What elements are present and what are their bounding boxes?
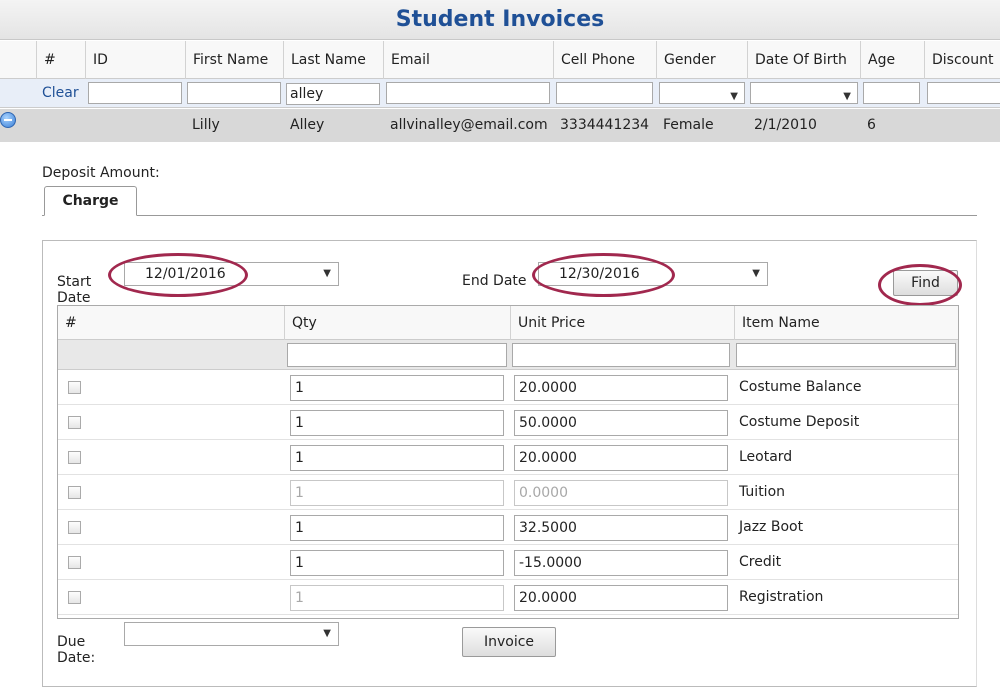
due-date-label: Due Date: xyxy=(57,634,95,666)
unit-price-input: 0.0000 xyxy=(514,480,728,506)
column-header-number[interactable]: # xyxy=(58,306,284,340)
deposit-amount-label: Deposit Amount: xyxy=(42,165,160,181)
start-date-highlight xyxy=(108,253,248,297)
unit-price-filter-input[interactable] xyxy=(512,343,730,367)
unit-price-input[interactable]: 50.0000 xyxy=(514,410,728,436)
table-row[interactable]: 1 -15.0000 Credit xyxy=(58,545,958,580)
unit-price-input[interactable]: 20.0000 xyxy=(514,585,728,611)
find-highlight xyxy=(878,264,962,306)
row-checkbox[interactable] xyxy=(68,416,81,429)
table-row[interactable]: 1 0.0000 Tuition xyxy=(58,475,958,510)
column-header-first-name[interactable]: First Name xyxy=(185,41,283,79)
table-row[interactable]: Lilly Alley allvinalley@email.com 333444… xyxy=(0,109,1000,142)
qty-input: 1 xyxy=(290,480,504,506)
items-grid-header: # Qty Unit Price Item Name xyxy=(58,306,958,340)
item-name: Jazz Boot xyxy=(739,519,804,535)
first-name-cell: Lilly xyxy=(192,117,220,133)
item-name-filter-input[interactable] xyxy=(736,343,956,367)
column-header-cell-phone[interactable]: Cell Phone xyxy=(553,41,656,79)
collapse-row-icon[interactable] xyxy=(0,112,16,128)
column-header-qty[interactable]: Qty xyxy=(284,306,510,340)
expand-column-header xyxy=(0,41,36,79)
table-row[interactable]: 1 20.0000 Registration xyxy=(58,580,958,615)
start-date-label-line-1: Start xyxy=(57,274,92,290)
gender-cell: Female xyxy=(663,117,714,133)
unit-price-input[interactable]: 20.0000 xyxy=(514,375,728,401)
row-checkbox[interactable] xyxy=(68,521,81,534)
item-name: Credit xyxy=(739,554,782,570)
charge-items-grid: # Qty Unit Price Item Name 1 20.0000 Cos… xyxy=(57,305,959,619)
column-header-age[interactable]: Age xyxy=(860,41,924,79)
qty-input[interactable]: 1 xyxy=(290,550,504,576)
age-cell: 6 xyxy=(867,117,876,133)
item-name: Costume Balance xyxy=(739,379,862,395)
students-grid-filter-row: Clear alley ▼ ▼ xyxy=(0,79,1000,108)
id-filter-input[interactable] xyxy=(88,82,182,104)
column-header-item-name[interactable]: Item Name xyxy=(734,306,958,340)
chevron-down-icon: ▼ xyxy=(323,628,331,639)
first-name-filter-input[interactable] xyxy=(187,82,281,104)
date-of-birth-cell: 2/1/2010 xyxy=(754,117,817,133)
table-row[interactable]: 1 20.0000 Leotard xyxy=(58,440,958,475)
students-grid-header: # ID First Name Last Name Email Cell Pho… xyxy=(0,41,1000,79)
end-date-highlight xyxy=(532,253,675,297)
due-date-label-line-1: Due xyxy=(57,634,86,650)
items-grid-filter-row xyxy=(58,340,958,370)
chevron-down-icon: ▼ xyxy=(323,268,331,279)
column-header-date-of-birth[interactable]: Date Of Birth xyxy=(747,41,860,79)
table-row[interactable]: 1 32.5000 Jazz Boot xyxy=(58,510,958,545)
email-filter-input[interactable] xyxy=(386,82,550,104)
qty-filter-input[interactable] xyxy=(287,343,507,367)
column-header-number[interactable]: # xyxy=(36,41,85,79)
column-header-id[interactable]: ID xyxy=(85,41,185,79)
due-date-label-line-2: Date: xyxy=(57,650,96,666)
qty-input: 1 xyxy=(290,585,504,611)
chevron-down-icon: ▼ xyxy=(843,91,851,102)
discount-filter-input[interactable] xyxy=(927,82,1000,104)
row-checkbox[interactable] xyxy=(68,556,81,569)
qty-input[interactable]: 1 xyxy=(290,410,504,436)
table-row-partial xyxy=(58,615,958,618)
table-row[interactable]: 1 20.0000 Costume Balance xyxy=(58,370,958,405)
column-header-gender[interactable]: Gender xyxy=(656,41,747,79)
start-date-label-line-2: Date xyxy=(57,290,91,306)
unit-price-input[interactable]: 20.0000 xyxy=(514,445,728,471)
end-date-label: End Date xyxy=(462,273,527,289)
column-header-last-name[interactable]: Last Name xyxy=(283,41,383,79)
cell-phone-filter-input[interactable] xyxy=(556,82,653,104)
column-header-discount[interactable]: Discount xyxy=(924,41,1000,79)
tab-charge[interactable]: Charge xyxy=(44,186,137,216)
item-name: Registration xyxy=(739,589,824,605)
item-name: Costume Deposit xyxy=(739,414,860,430)
unit-price-input[interactable]: 32.5000 xyxy=(514,515,728,541)
item-name: Leotard xyxy=(739,449,793,465)
start-date-label: Start Date xyxy=(57,274,91,306)
last-name-filter-input[interactable]: alley xyxy=(286,83,380,105)
row-checkbox[interactable] xyxy=(68,381,81,394)
qty-input[interactable]: 1 xyxy=(290,375,504,401)
table-row[interactable]: 1 50.0000 Costume Deposit xyxy=(58,405,958,440)
chevron-down-icon: ▼ xyxy=(730,91,738,102)
chevron-down-icon: ▼ xyxy=(752,268,760,279)
qty-input[interactable]: 1 xyxy=(290,445,504,471)
row-checkbox[interactable] xyxy=(68,591,81,604)
cell-phone-cell: 3334441234 xyxy=(560,117,650,133)
due-date-select[interactable]: ▼ xyxy=(124,622,339,646)
last-name-cell: Alley xyxy=(290,117,325,133)
page-title: Student Invoices xyxy=(0,0,1000,40)
tab-strip-divider xyxy=(42,215,977,216)
row-checkbox[interactable] xyxy=(68,451,81,464)
row-checkbox[interactable] xyxy=(68,486,81,499)
invoice-button[interactable]: Invoice xyxy=(462,627,556,657)
age-filter-input[interactable] xyxy=(863,82,920,104)
unit-price-input[interactable]: -15.0000 xyxy=(514,550,728,576)
clear-filter-link[interactable]: Clear xyxy=(42,79,79,108)
date-of-birth-filter-select[interactable]: ▼ xyxy=(750,82,858,104)
gender-filter-select[interactable]: ▼ xyxy=(659,82,745,104)
column-header-unit-price[interactable]: Unit Price xyxy=(510,306,734,340)
item-name: Tuition xyxy=(739,484,786,500)
qty-input[interactable]: 1 xyxy=(290,515,504,541)
email-cell: allvinalley@email.com xyxy=(390,117,548,133)
column-header-email[interactable]: Email xyxy=(383,41,553,79)
